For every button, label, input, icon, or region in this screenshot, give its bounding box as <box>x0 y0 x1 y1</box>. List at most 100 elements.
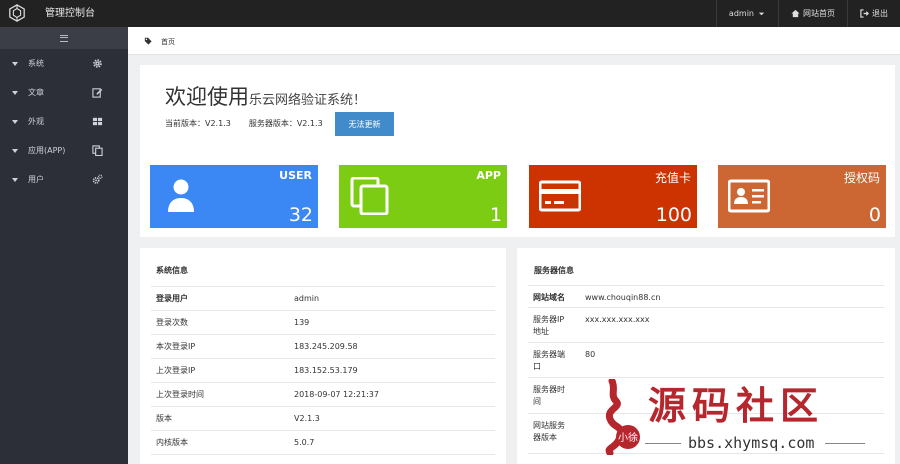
caret-down-icon <box>12 119 18 124</box>
watermark-line-left <box>645 443 681 444</box>
card-icon <box>539 180 581 212</box>
stat-card-recharge[interactable]: 充值卡 100 <box>529 165 697 228</box>
seal-text: 小徐 <box>618 431 638 444</box>
row-key: 服务器端口 <box>533 350 565 371</box>
table-row: 登录用户 admin <box>151 286 495 310</box>
row-value: www.chouqin88.cn <box>585 293 661 302</box>
row-value: 183.152.53.179 <box>294 366 358 375</box>
table-row: 服务器端口 80 <box>528 342 884 377</box>
welcome-heading: 欢迎使用 <box>165 85 249 109</box>
stat-card-app[interactable]: APP 1 <box>339 165 507 228</box>
server-info-title: 服务器信息 <box>534 266 574 275</box>
stat-card-license[interactable]: 授权码 0 <box>718 165 886 228</box>
row-value: 2018-09-07 12:21:37 <box>294 390 379 399</box>
table-row: 服务器IP地址 xxx.xxx.xxx.xxx <box>528 307 884 342</box>
row-key: 网站服务器版本 <box>533 421 565 442</box>
top-bar: 管理控制台 admin 网站首页 退出 <box>0 0 900 27</box>
welcome-subtitle: 乐云网络验证系统！ <box>249 93 367 108</box>
row-value: 80 <box>585 350 596 359</box>
stat-card-value: 0 <box>868 204 881 226</box>
stat-card-label: 授权码 <box>843 171 880 185</box>
row-value: 183.245.209.58 <box>294 342 358 351</box>
seal-logo: 小徐 <box>605 379 640 455</box>
sidebar-item-system[interactable]: 系统 <box>0 49 128 78</box>
user-icon <box>168 179 194 212</box>
row-value: 5.0.7 <box>294 438 315 447</box>
grid-icon <box>92 117 103 126</box>
table-row: 内核版本 5.0.7 <box>151 430 495 454</box>
version-line: 当前版本：V2.1.3 服务器版本：V2.1.3 <box>165 118 323 129</box>
caret-down-icon <box>12 61 18 66</box>
row-key: 服务器时间 <box>533 385 565 406</box>
watermark-line-right <box>825 443 865 444</box>
copy-icon <box>92 145 103 156</box>
caret-down-icon <box>12 177 18 182</box>
table-row: 版本 V2.1.3 <box>151 406 495 430</box>
menu-icon <box>60 34 68 42</box>
caret-down-icon <box>12 148 18 153</box>
update-button[interactable]: 无法更新 <box>335 112 394 136</box>
logout-link[interactable]: 退出 <box>847 0 900 27</box>
table-row <box>151 454 495 464</box>
row-value: xxx.xxx.xxx.xxx <box>585 315 650 324</box>
breadcrumb: 首页 <box>128 27 900 55</box>
row-key: 服务器IP地址 <box>533 315 565 336</box>
user-menu-label: admin <box>728 9 754 18</box>
sidebar-item-label: 应用(APP) <box>28 146 66 155</box>
breadcrumb-home[interactable]: 首页 <box>161 37 175 47</box>
logout-icon <box>860 9 869 18</box>
stat-card-value: 32 <box>288 204 313 226</box>
row-value: 139 <box>294 318 310 327</box>
user-menu[interactable]: admin <box>715 0 778 27</box>
sidebar-item-label: 外观 <box>28 117 44 126</box>
table-row: 上次登录时间 2018-09-07 12:21:37 <box>151 382 495 406</box>
sidebar-item-label: 文章 <box>28 88 44 97</box>
caret-down-icon <box>12 90 18 95</box>
sidebar-toggle-button[interactable] <box>0 27 128 49</box>
watermark: 小徐 源码社区 bbs.xhymsq.com <box>590 373 890 461</box>
home-link[interactable]: 网站首页 <box>778 0 847 27</box>
row-key: 上次登录时间 <box>156 390 204 399</box>
system-info-panel: 系统信息 登录用户 admin 登录次数 139 本次登录IP 183.245.… <box>140 248 506 464</box>
row-key: 登录次数 <box>156 318 188 327</box>
stat-card-user[interactable]: USER 32 <box>150 165 318 228</box>
sidebar-item-user[interactable]: 用户 <box>0 165 128 194</box>
logo-icon <box>9 4 25 22</box>
row-key: 内核版本 <box>156 438 188 447</box>
table-row: 网站域名 www.chouqin88.cn <box>528 285 884 307</box>
welcome-title: 欢迎使用乐云网络验证系统！ <box>165 81 366 111</box>
edit-icon <box>92 88 103 98</box>
current-version: 当前版本：V2.1.3 <box>165 119 231 128</box>
system-info-title: 系统信息 <box>156 266 188 275</box>
stat-card-label: 充值卡 <box>654 171 691 185</box>
stat-card-label: USER <box>279 169 312 182</box>
row-key: 登录用户 <box>156 294 188 303</box>
sidebar-item-label: 系统 <box>28 59 44 68</box>
logout-link-label: 退出 <box>872 9 888 18</box>
id-card-icon <box>728 179 770 213</box>
sidebar-item-label: 用户 <box>28 175 44 184</box>
table-row: 上次登录IP 183.152.53.179 <box>151 358 495 382</box>
gears-icon <box>92 174 103 184</box>
table-row: 登录次数 139 <box>151 310 495 334</box>
row-key: 版本 <box>156 414 172 423</box>
gear-icon <box>93 59 102 68</box>
tag-icon <box>144 37 152 45</box>
row-key: 网站域名 <box>533 293 565 302</box>
home-icon <box>791 9 800 18</box>
sidebar-item-article[interactable]: 文章 <box>0 78 128 107</box>
app-title: 管理控制台 <box>45 8 95 19</box>
app-copy-icon <box>350 177 389 215</box>
row-key: 本次登录IP <box>156 342 196 351</box>
sidebar-item-appearance[interactable]: 外观 <box>0 107 128 136</box>
home-link-label: 网站首页 <box>803 9 835 18</box>
sidebar: 系统 文章 外观 应用(APP) 用户 <box>0 27 128 464</box>
table-row: 本次登录IP 183.245.209.58 <box>151 334 495 358</box>
row-key: 上次登录IP <box>156 366 196 375</box>
row-value: admin <box>294 294 320 303</box>
server-version: 服务器版本：V2.1.3 <box>248 119 323 128</box>
sidebar-item-app[interactable]: 应用(APP) <box>0 136 128 165</box>
watermark-url: bbs.xhymsq.com <box>688 434 815 452</box>
caret-down-icon <box>758 12 765 16</box>
row-value: V2.1.3 <box>294 414 320 423</box>
